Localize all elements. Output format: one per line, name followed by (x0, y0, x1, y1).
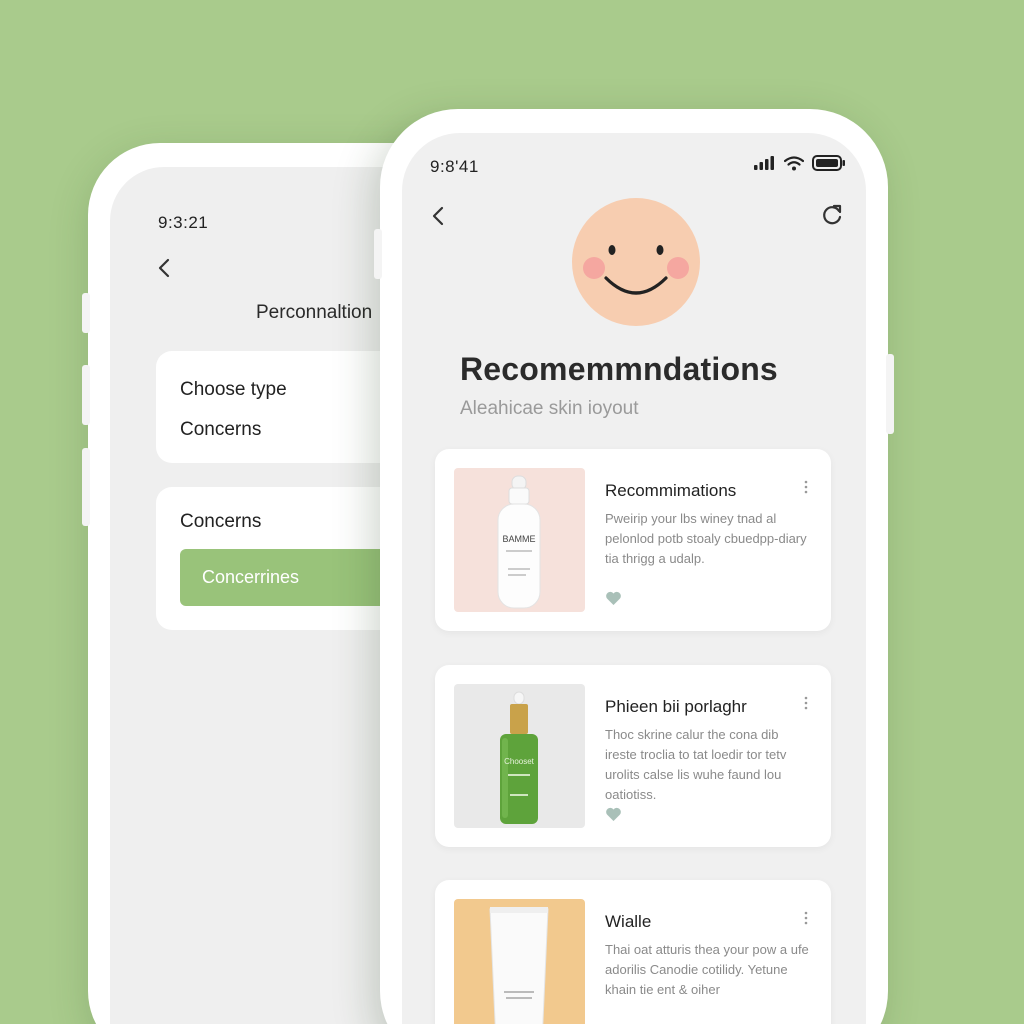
choose-type-label: Choose type (180, 379, 287, 400)
chevron-left-icon[interactable] (152, 255, 178, 281)
phone-side-button (374, 229, 382, 279)
battery-icon (812, 155, 845, 171)
smiley-face-avatar (572, 198, 700, 326)
page-title: Perconnaltion (256, 302, 373, 323)
product-image: Chooset (454, 684, 585, 828)
status-time: 9:3:21 (158, 213, 209, 232)
wifi-icon (784, 155, 804, 170)
more-vertical-icon[interactable] (803, 910, 809, 926)
serum-bottle-illustration: BAMME (497, 475, 541, 609)
concerns-label: Concerns (180, 419, 262, 440)
heart-icon[interactable] (605, 591, 622, 606)
phone-side-button (886, 354, 894, 434)
phone-side-button (82, 448, 90, 526)
dropper-bottle-illustration: Chooset (500, 691, 538, 824)
status-time: 9:8'41 (430, 157, 479, 176)
more-vertical-icon[interactable] (803, 695, 809, 711)
bottle-label: BAMME (502, 534, 535, 544)
cream-tube-illustration (489, 907, 549, 1024)
heart-icon[interactable] (605, 807, 622, 822)
product-description: Thai oat atturis thea your pow a ufe ado… (605, 942, 809, 997)
recommendations-title: Recomemmndations (460, 351, 778, 387)
product-title: Phieen bii porlaghr (605, 697, 747, 716)
product-description: Pweirip your lbs winey tnad al pelonlod … (605, 511, 807, 566)
recommendations-subtitle: Aleahicae skin ioyout (460, 398, 639, 419)
chevron-left-icon[interactable] (426, 203, 452, 229)
phone-side-button (82, 365, 90, 425)
concerns-heading: Concerns (180, 511, 262, 532)
more-vertical-icon[interactable] (803, 479, 809, 495)
signal-icon (754, 156, 774, 170)
product-image: BAMME (454, 468, 585, 612)
front-phone-screen: 9:8'41 Recomemmndations Aleahicae skin i… (402, 133, 866, 1024)
status-icons (754, 155, 846, 171)
product-card[interactable]: Wialle Thai oat atturis thea your pow a … (435, 880, 831, 1024)
product-card[interactable]: BAMME Recommimations Pweirip your lbs wi… (435, 449, 831, 631)
product-description: Thoc skrine calur the cona dib ireste tr… (605, 727, 787, 802)
front-phone: 9:8'41 Recomemmndations Aleahicae skin i… (374, 109, 894, 1024)
product-card[interactable]: Chooset Phieen bii porlaghr Thoc skrine … (435, 665, 831, 847)
product-title: Recommimations (605, 481, 737, 500)
refresh-icon[interactable] (818, 201, 846, 229)
bottle-label: Chooset (504, 757, 535, 766)
product-image (454, 899, 585, 1024)
product-title: Wialle (605, 912, 652, 931)
phone-side-button (82, 293, 90, 333)
